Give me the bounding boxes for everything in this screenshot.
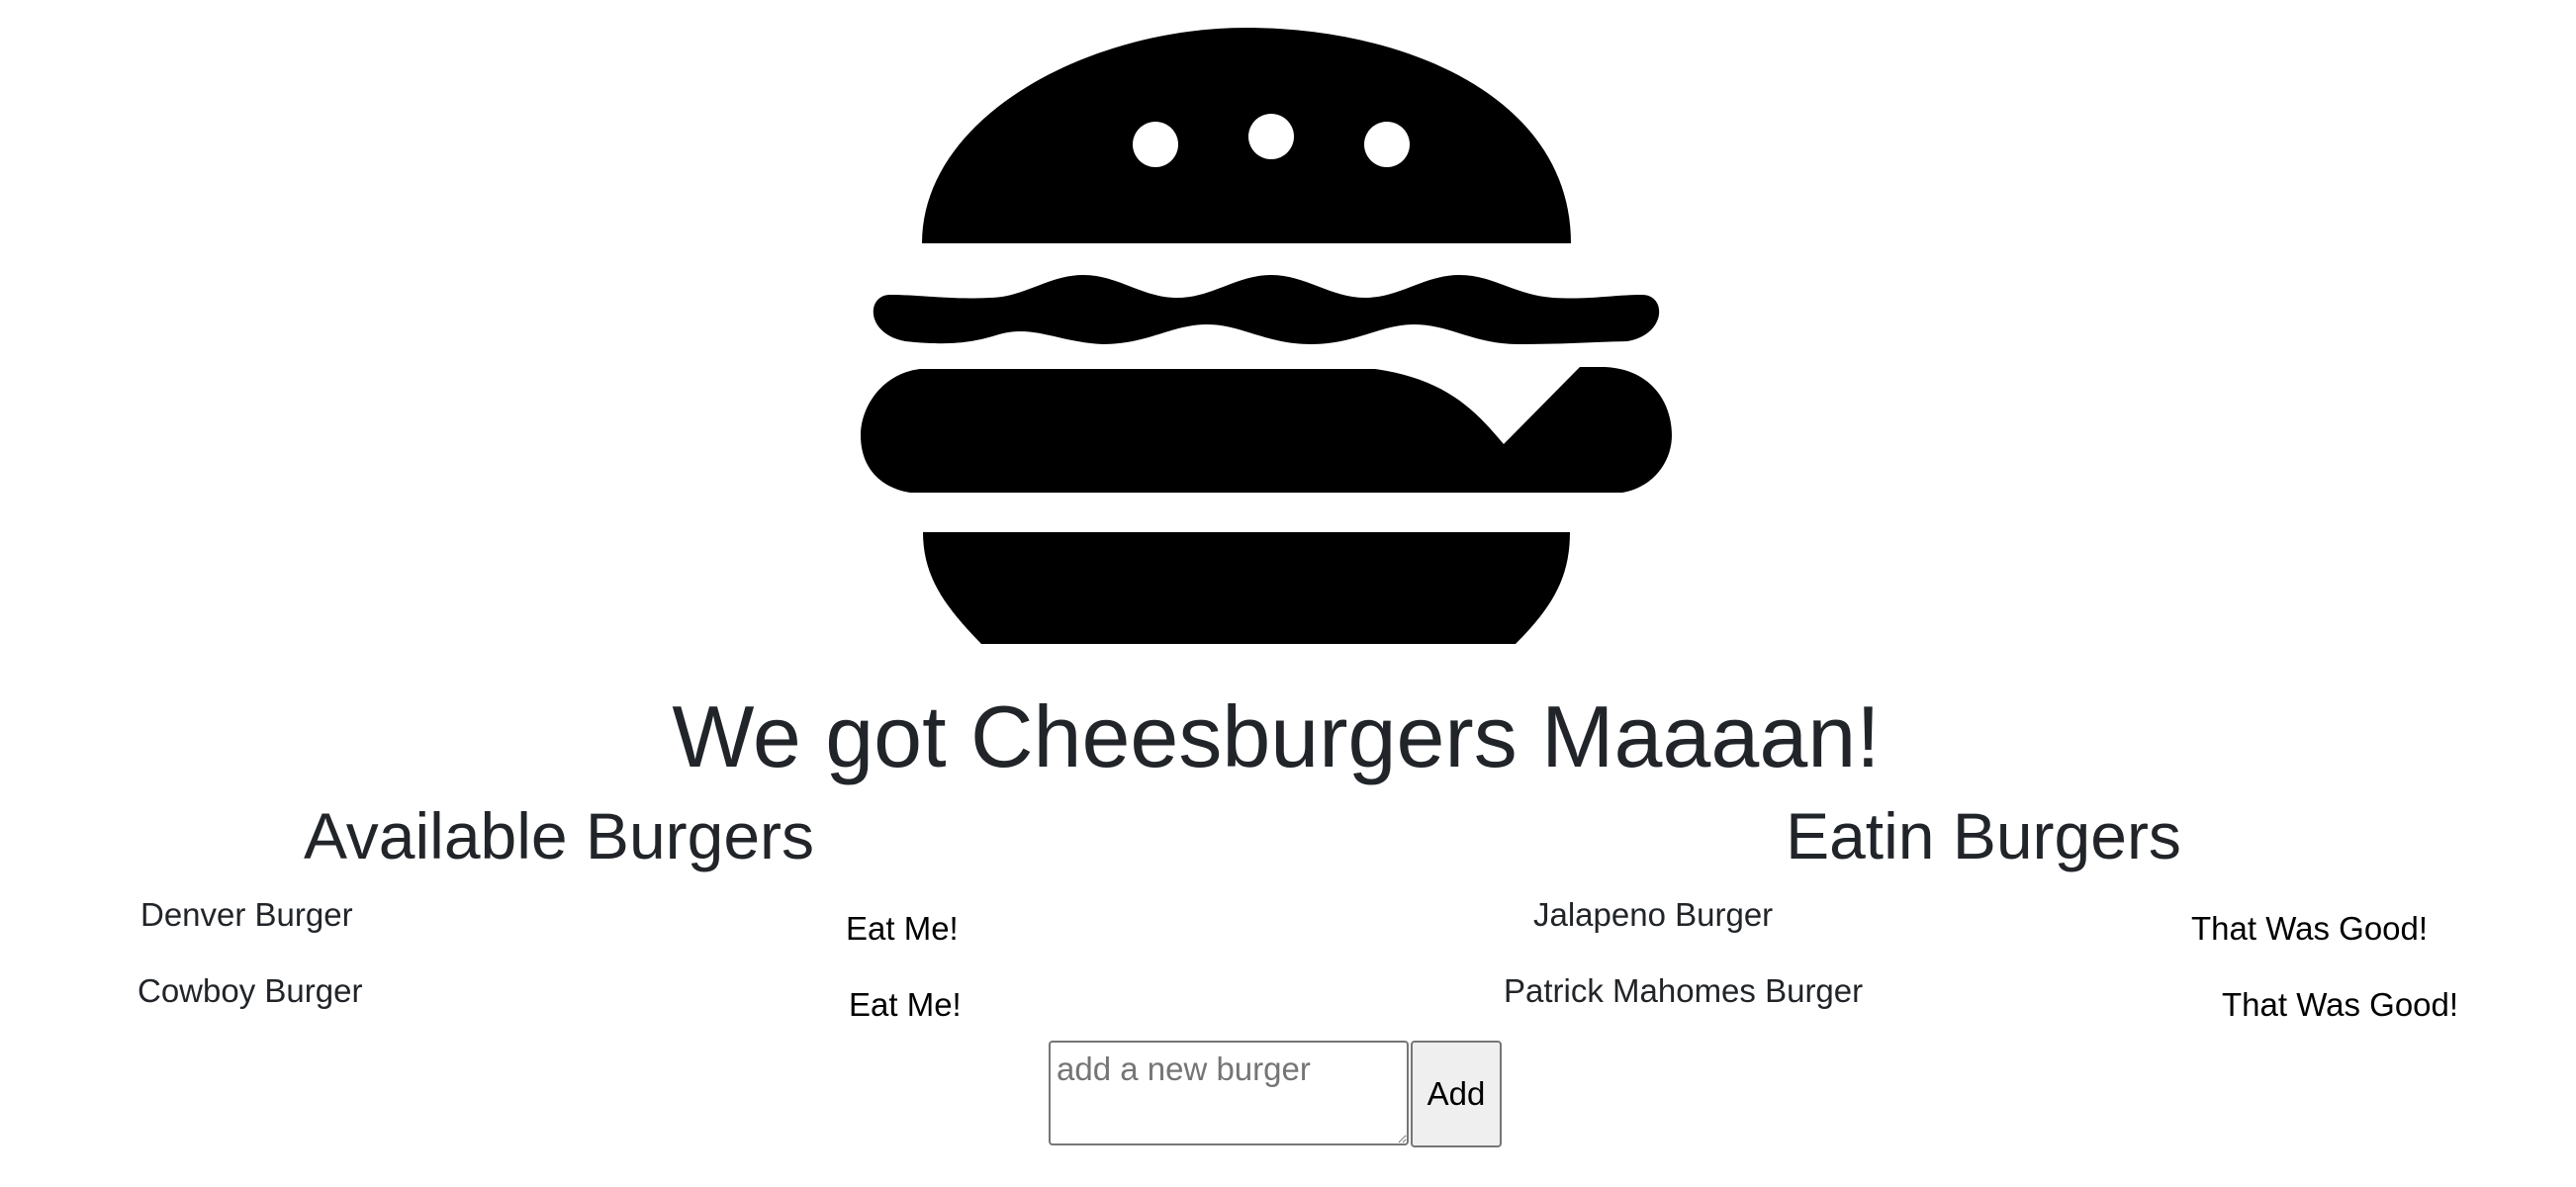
add-button[interactable]: Add: [1411, 1041, 1502, 1147]
available-burgers-heading: Available Burgers: [303, 799, 815, 872]
eat-me-button[interactable]: Eat Me!: [849, 983, 962, 1027]
eatin-burgers-heading: Eatin Burgers: [1786, 799, 2181, 872]
add-burger-form: Add: [1049, 1041, 1504, 1149]
burger-name: Cowboy Burger: [138, 972, 363, 1009]
available-burger-item: Denver Burger Eat Me!: [0, 893, 1118, 964]
hamburger-icon: [861, 28, 1672, 644]
that-was-good-button[interactable]: That Was Good!: [2222, 983, 2458, 1027]
page-title: We got Cheesburgers Maaaan!: [672, 687, 1881, 785]
eaten-burger-item: Jalapeno Burger That Was Good!: [1425, 893, 2552, 964]
eaten-burger-item: Patrick Mahomes Burger That Was Good!: [1425, 969, 2552, 1041]
new-burger-input[interactable]: [1049, 1041, 1409, 1145]
that-was-good-button[interactable]: That Was Good!: [2191, 907, 2428, 951]
burger-name: Jalapeno Burger: [1533, 896, 1774, 933]
eat-me-button[interactable]: Eat Me!: [846, 907, 959, 951]
available-burger-item: Cowboy Burger Eat Me!: [0, 969, 1118, 1041]
burger-name: Patrick Mahomes Burger: [1504, 972, 1864, 1009]
burger-name: Denver Burger: [140, 896, 353, 933]
page: We got Cheesburgers Maaaan! Available Bu…: [0, 0, 2576, 1187]
